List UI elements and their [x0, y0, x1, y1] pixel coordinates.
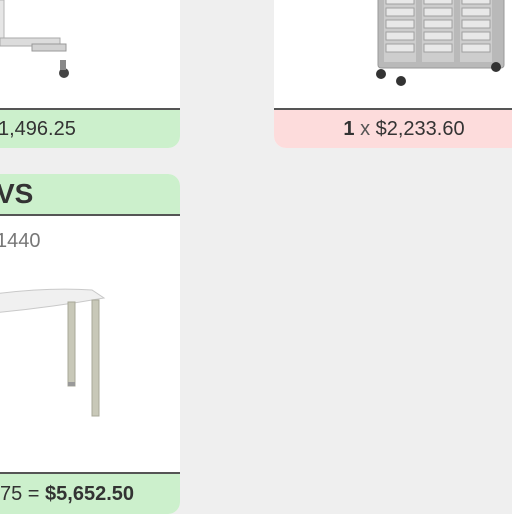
- price-prefix: 75 =: [0, 483, 40, 505]
- quantity: 1: [343, 118, 355, 140]
- product-sku: 1440: [0, 230, 41, 252]
- product-card-1[interactable]: 1,496.25: [0, 0, 180, 148]
- product-title: VS: [0, 174, 180, 216]
- unit-price: $2,233.60: [375, 118, 465, 140]
- price-line: 75 = $5,652.50: [0, 472, 180, 514]
- price-line: 1 x $2,233.60: [274, 108, 512, 148]
- product-image-curved-table: [0, 288, 106, 417]
- product-card-2[interactable]: 1 x $2,233.60: [274, 0, 512, 148]
- total-price: $5,652.50: [45, 483, 135, 505]
- product-card-3[interactable]: VS 1440 75 = $5,652.50: [0, 174, 180, 514]
- product-image-rolling-stand: [0, 0, 69, 78]
- multiplier-sign: x: [360, 118, 371, 140]
- product-image-storage-cart: [376, 0, 505, 86]
- price-line: 1,496.25: [0, 108, 180, 148]
